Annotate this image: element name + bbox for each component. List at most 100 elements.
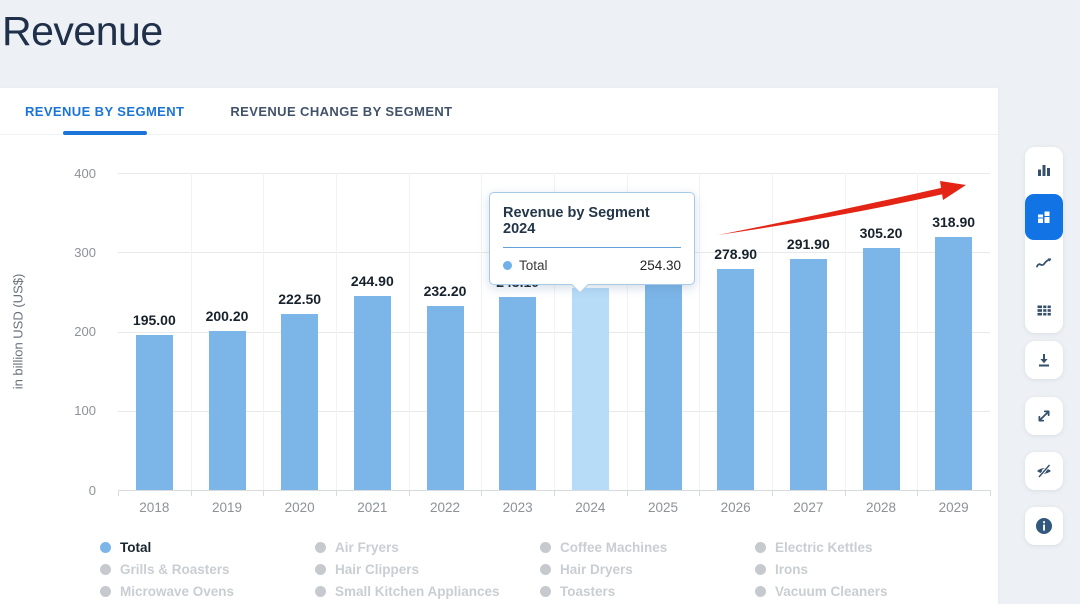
x-axis-label: 2022 [409, 500, 481, 515]
legend-dot-icon [755, 586, 766, 597]
x-axis-label: 2019 [191, 500, 263, 515]
info-icon [1034, 516, 1054, 536]
x-axis-tick [845, 490, 846, 496]
bar-value-label: 232.20 [405, 283, 485, 299]
x-axis-label: 2020 [264, 500, 336, 515]
chart-bar-2018[interactable] [136, 335, 173, 490]
bar-value-label: 200.20 [187, 308, 267, 324]
eye-off-icon [1035, 462, 1053, 480]
x-axis-tick [627, 490, 628, 496]
vertical-gridline [336, 173, 337, 490]
legend-item-total[interactable]: Total [100, 536, 315, 558]
legend-item-small-kitchen-appliances[interactable]: Small Kitchen Appliances [315, 580, 540, 602]
x-axis-label: 2024 [554, 500, 626, 515]
chart-bar-2029[interactable] [935, 237, 972, 490]
bar-value-label: 305.20 [841, 225, 921, 241]
legend-label: Irons [775, 562, 808, 577]
chart-bar-2021[interactable] [354, 296, 391, 490]
chart-plot-area: in billion USD (US$) 0100200300400195.00… [0, 0, 1080, 604]
legend-item-air-fryers[interactable]: Air Fryers [315, 536, 540, 558]
line-chart-icon [1035, 254, 1053, 272]
legend-dot-icon [100, 586, 111, 597]
legend-item-microwave-ovens[interactable]: Microwave Ovens [100, 580, 315, 602]
x-axis-tick [772, 490, 773, 496]
tooltip-title: Revenue by Segment 2024 [503, 205, 681, 237]
x-axis-tick [917, 490, 918, 496]
legend-label: Coffee Machines [560, 540, 667, 555]
legend-dot-icon [315, 542, 326, 553]
legend-dot-icon [100, 564, 111, 575]
y-axis-tick-label: 400 [54, 167, 96, 180]
chart-bar-2020[interactable] [281, 314, 318, 490]
vertical-gridline [772, 173, 773, 490]
y-axis-tick-label: 0 [54, 484, 96, 497]
chart-type-toolbar [1025, 147, 1063, 333]
hide-chart-button[interactable] [1025, 452, 1063, 490]
bar-value-label: 222.50 [260, 291, 340, 307]
segment-blocks-button[interactable] [1025, 194, 1063, 241]
y-axis-tick-label: 100 [54, 404, 96, 417]
chart-bar-2027[interactable] [790, 259, 827, 490]
chart-bar-2025[interactable] [645, 279, 682, 490]
legend-label: Hair Clippers [335, 562, 419, 577]
legend-item-toasters[interactable]: Toasters [540, 580, 755, 602]
legend-label: Microwave Ovens [120, 584, 234, 599]
vertical-gridline [481, 173, 482, 490]
chart-bar-2024[interactable] [572, 288, 609, 490]
chart-bar-2023[interactable] [499, 297, 536, 490]
x-axis-tick [409, 490, 410, 496]
vertical-gridline [845, 173, 846, 490]
legend-dot-icon [100, 542, 111, 553]
bar-value-label: 291.90 [768, 236, 848, 252]
bar-value-label: 278.90 [696, 246, 776, 262]
download-icon [1035, 351, 1053, 369]
x-axis-label: 2027 [772, 500, 844, 515]
legend-label: Grills & Roasters [120, 562, 230, 577]
series-dot-icon [503, 261, 512, 270]
bar-value-label: 318.90 [914, 214, 994, 230]
legend-label: Small Kitchen Appliances [335, 584, 500, 599]
legend-item-grills-roasters[interactable]: Grills & Roasters [100, 558, 315, 580]
legend-item-vacuum-cleaners[interactable]: Vacuum Cleaners [755, 580, 955, 602]
app-root: Revenue REVENUE BY SEGMENT REVENUE CHANG… [0, 0, 1080, 604]
x-axis-tick [191, 490, 192, 496]
expand-button[interactable] [1025, 397, 1063, 435]
legend-dot-icon [315, 586, 326, 597]
x-axis-tick [336, 490, 337, 496]
data-table-button[interactable] [1025, 287, 1063, 334]
legend-dot-icon [755, 542, 766, 553]
data-table-icon [1035, 301, 1053, 319]
legend-dot-icon [540, 542, 551, 553]
chart-bar-2022[interactable] [427, 306, 464, 490]
tooltip-divider [503, 247, 681, 248]
legend-label: Total [120, 540, 151, 555]
info-button[interactable] [1025, 507, 1063, 545]
legend-dot-icon [540, 586, 551, 597]
legend-item-irons[interactable]: Irons [755, 558, 955, 580]
vertical-gridline [699, 173, 700, 490]
x-axis-tick [118, 490, 119, 496]
column-chart-icon [1035, 161, 1053, 179]
expand-icon [1035, 407, 1053, 425]
x-axis-label: 2026 [700, 500, 772, 515]
column-chart-button[interactable] [1025, 147, 1063, 194]
x-axis-label: 2028 [845, 500, 917, 515]
x-axis-tick [481, 490, 482, 496]
legend-dot-icon [540, 564, 551, 575]
chart-bar-2026[interactable] [717, 269, 754, 490]
legend-item-hair-clippers[interactable]: Hair Clippers [315, 558, 540, 580]
legend-label: Electric Kettles [775, 540, 873, 555]
legend-label: Hair Dryers [560, 562, 633, 577]
chart-bar-2019[interactable] [209, 331, 246, 490]
tooltip-value: 254.30 [640, 258, 681, 273]
legend-item-coffee-machines[interactable]: Coffee Machines [540, 536, 755, 558]
chart-legend: Total Grills & Roasters Microwave Ovens Air… [100, 536, 955, 602]
chart-bar-2028[interactable] [863, 248, 900, 490]
legend-item-electric-kettles[interactable]: Electric Kettles [755, 536, 955, 558]
x-axis-label: 2029 [918, 500, 990, 515]
legend-item-hair-dryers[interactable]: Hair Dryers [540, 558, 755, 580]
line-chart-button[interactable] [1025, 240, 1063, 287]
bar-value-label: 244.90 [332, 273, 412, 289]
vertical-gridline [409, 173, 410, 490]
download-button[interactable] [1025, 341, 1063, 379]
